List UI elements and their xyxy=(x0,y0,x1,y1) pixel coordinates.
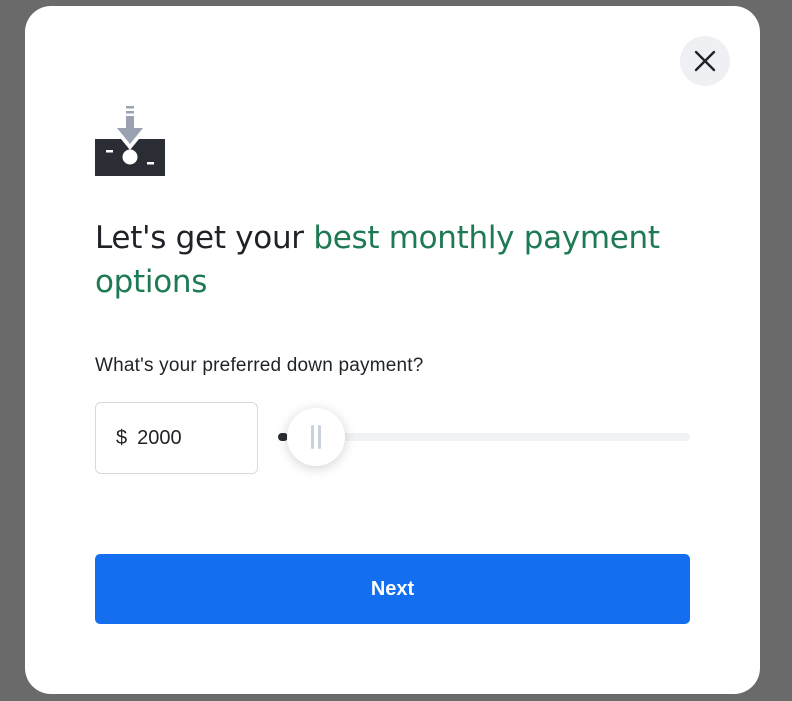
money-deposit-icon xyxy=(95,106,165,176)
close-button[interactable] xyxy=(680,36,730,86)
slider-grip-icon xyxy=(311,425,314,449)
next-button[interactable]: Next xyxy=(95,554,690,624)
currency-symbol: $ xyxy=(116,426,128,449)
slider-thumb[interactable] xyxy=(287,408,345,466)
down-payment-slider[interactable] xyxy=(278,408,690,466)
close-icon xyxy=(694,50,716,72)
headline-plain: Let's get your xyxy=(95,220,314,256)
down-payment-input[interactable] xyxy=(137,426,228,450)
down-payment-question: What's your preferred down payment? xyxy=(95,355,424,376)
slider-grip-icon xyxy=(318,425,321,449)
down-payment-field[interactable]: $ xyxy=(95,402,258,474)
down-payment-dialog: Let's get your best monthly payment opti… xyxy=(25,6,760,694)
page-title: Let's get your best monthly payment opti… xyxy=(95,216,715,304)
